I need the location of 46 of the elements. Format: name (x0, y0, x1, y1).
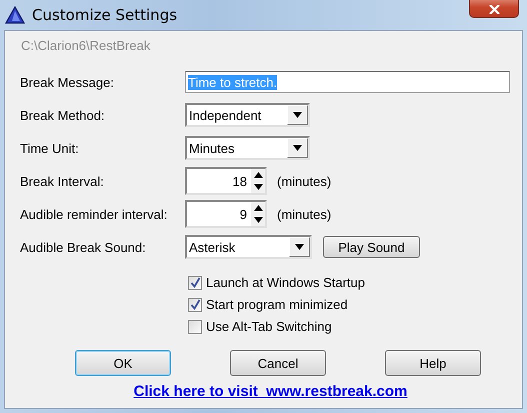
spin-field[interactable]: 9 (185, 200, 267, 228)
checkbox[interactable] (188, 298, 202, 312)
down-arrow-icon (295, 244, 304, 250)
path-text: C:\Clarion6\RestBreak (21, 38, 150, 53)
dropdown[interactable]: Minutes (185, 136, 310, 160)
spin-down-button[interactable] (251, 214, 265, 226)
spin-down-button[interactable] (251, 181, 265, 193)
dropdown-value: Independent (189, 108, 262, 122)
spin-value: 18 (232, 174, 247, 188)
dropdown[interactable]: Asterisk (185, 235, 312, 259)
close-icon (488, 5, 500, 14)
field-label: Time Unit: (20, 140, 80, 156)
field-label: Audible Break Sound: (20, 240, 147, 254)
dialog-button[interactable]: Cancel (230, 350, 326, 376)
checkbox-label: Launch at Windows Startup (206, 275, 365, 290)
field-label: Audible reminder interval: (20, 206, 168, 222)
spin-up-button[interactable] (251, 169, 265, 181)
spin-up-button[interactable] (251, 202, 265, 214)
field-label: Break Method: (20, 108, 106, 122)
dropdown-value: Minutes (189, 140, 235, 156)
triangle-icon (5, 6, 25, 24)
field-label: Break Interval: (20, 174, 105, 188)
field-value: Time to stretch. (188, 74, 278, 90)
checkbox-label: Use Alt-Tab Switching (206, 319, 332, 334)
unit-label: (minutes) (277, 206, 332, 222)
field-label: Break Message: (20, 74, 115, 90)
down-arrow-icon (293, 145, 302, 151)
website-link[interactable]: Click here to visit www.restbreak.com (134, 383, 408, 400)
up-arrow-icon (254, 205, 262, 211)
checkbox-label: Start program minimized (206, 297, 348, 312)
dialog-button[interactable]: OK (75, 350, 171, 376)
down-arrow-icon (293, 112, 302, 118)
dropdown[interactable]: Independent (185, 103, 310, 127)
close-button[interactable] (469, 0, 519, 18)
spin-value: 9 (240, 206, 247, 222)
dropdown-value: Asterisk (189, 240, 236, 254)
checkbox[interactable] (188, 276, 202, 290)
unit-label: (minutes) (277, 174, 332, 188)
dialog-button[interactable]: Help (385, 350, 481, 376)
window-title: Customize Settings (32, 6, 178, 24)
play-sound-button[interactable]: Play Sound (323, 236, 420, 258)
up-arrow-icon (254, 172, 262, 178)
spin-field[interactable]: 18 (185, 167, 267, 195)
down-arrow-icon (254, 184, 262, 190)
down-arrow-icon (254, 217, 262, 223)
checkbox[interactable] (188, 320, 202, 334)
